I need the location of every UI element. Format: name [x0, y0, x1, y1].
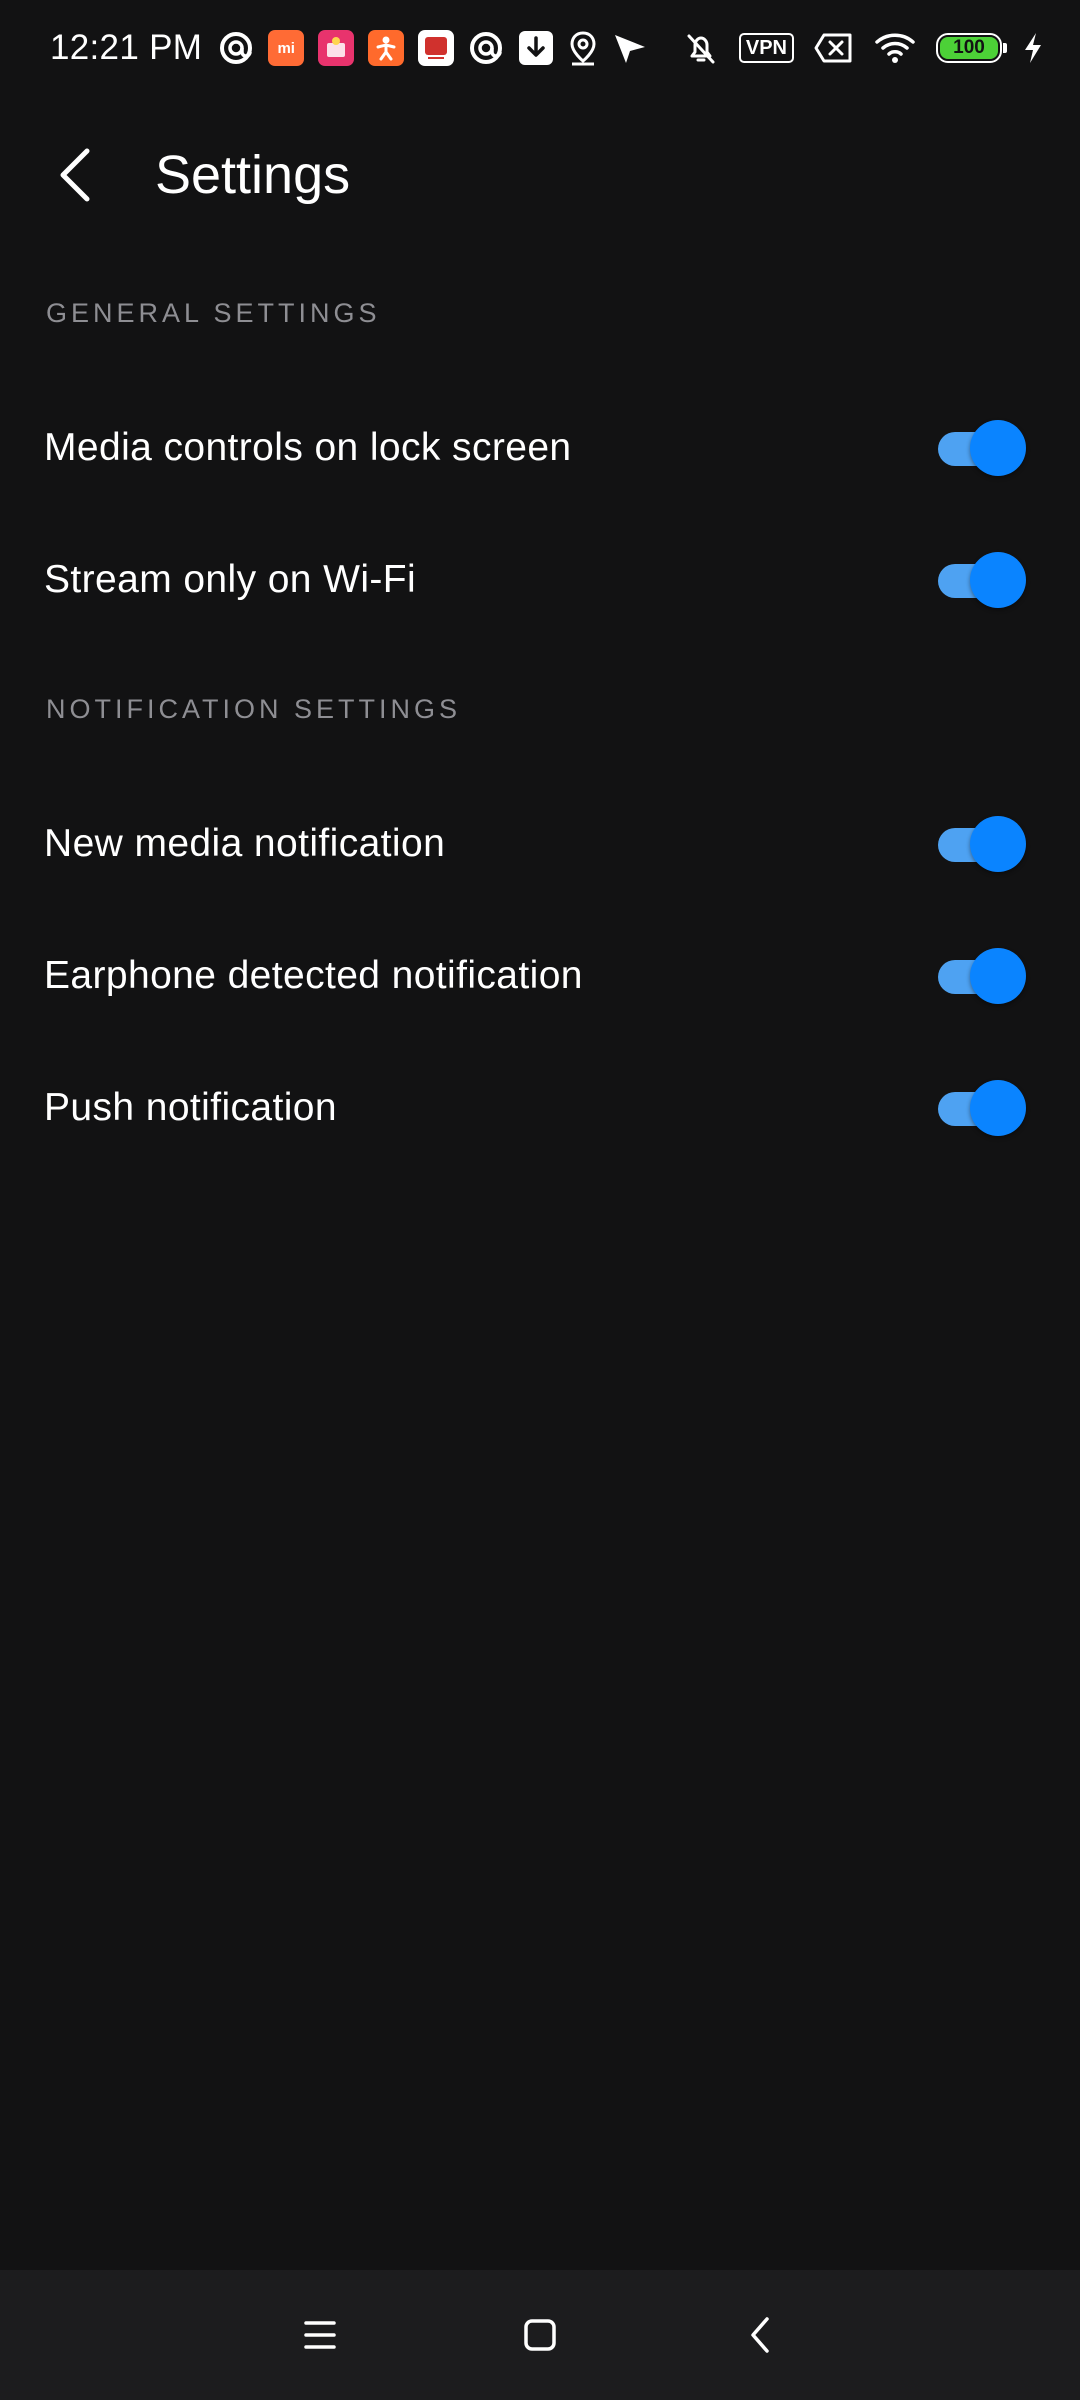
- media-controls-toggle[interactable]: [936, 420, 1026, 476]
- setting-row-earphone[interactable]: Earphone detected notification: [0, 910, 1080, 1042]
- toggle-thumb: [970, 948, 1026, 1004]
- home-square-icon: [524, 2319, 556, 2351]
- system-back-button[interactable]: [700, 2285, 820, 2385]
- mi-app-label: mi: [277, 39, 295, 57]
- status-bar: 12:21 PM mi VPN 100: [0, 0, 1080, 96]
- setting-label: New media notification: [44, 822, 446, 865]
- stream-wifi-toggle[interactable]: [936, 552, 1026, 608]
- back-chevron-icon: [751, 2317, 769, 2353]
- toggle-thumb: [970, 816, 1026, 872]
- red-app-icon: [418, 30, 455, 66]
- recent-apps-button[interactable]: [260, 2285, 380, 2385]
- menu-icon: [304, 2321, 336, 2349]
- back-button[interactable]: [20, 120, 130, 230]
- setting-label: Push notification: [44, 1086, 337, 1129]
- charging-bolt-icon: [1022, 31, 1044, 65]
- earphone-toggle[interactable]: [936, 948, 1026, 1004]
- bell-off-icon: [683, 30, 719, 66]
- section-header-general: GENERAL SETTINGS: [46, 298, 381, 328]
- toggle-thumb: [970, 552, 1026, 608]
- vpn-badge: VPN: [738, 33, 794, 63]
- download-icon: [518, 30, 554, 66]
- toggle-thumb: [970, 420, 1026, 476]
- push-toggle[interactable]: [936, 1080, 1026, 1136]
- location-pin-icon: [568, 30, 598, 66]
- settings-screen: 12:21 PM mi VPN 100 Settings GENERAL SET…: [0, 0, 1080, 2400]
- setting-row-push[interactable]: Push notification: [0, 1042, 1080, 1174]
- promo-app-icon: [318, 30, 355, 66]
- battery-icon: 100: [936, 33, 1007, 63]
- top-app-bar: Settings: [0, 120, 1080, 230]
- system-navigation-bar: [0, 2270, 1080, 2400]
- status-bar-right: VPN 100: [663, 30, 1044, 66]
- setting-label: Earphone detected notification: [44, 954, 583, 997]
- battery-level: 100: [940, 37, 998, 59]
- toggle-thumb: [970, 1080, 1026, 1136]
- send-arrow-icon: [612, 30, 648, 66]
- no-sim-icon: [814, 32, 854, 64]
- mi-app-icon: mi: [268, 30, 305, 66]
- setting-label: Stream only on Wi-Fi: [44, 558, 417, 601]
- section-header-notification: NOTIFICATION SETTINGS: [46, 694, 462, 724]
- setting-row-media-controls[interactable]: Media controls on lock screen: [0, 382, 1080, 514]
- setting-row-stream-wifi[interactable]: Stream only on Wi-Fi: [0, 514, 1080, 646]
- back-arrow-icon: [60, 148, 90, 202]
- status-time: 12:21 PM: [50, 28, 203, 67]
- setting-row-new-media[interactable]: New media notification: [0, 778, 1080, 910]
- at-sign-icon: [468, 30, 504, 66]
- setting-label: Media controls on lock screen: [44, 426, 572, 469]
- at-sign-icon: [218, 30, 254, 66]
- new-media-toggle[interactable]: [936, 816, 1026, 872]
- figure-app-icon: [368, 30, 405, 66]
- page-title: Settings: [155, 145, 351, 205]
- status-bar-left: 12:21 PM mi: [50, 28, 662, 68]
- home-button[interactable]: [480, 2285, 600, 2385]
- wifi-icon: [874, 30, 916, 66]
